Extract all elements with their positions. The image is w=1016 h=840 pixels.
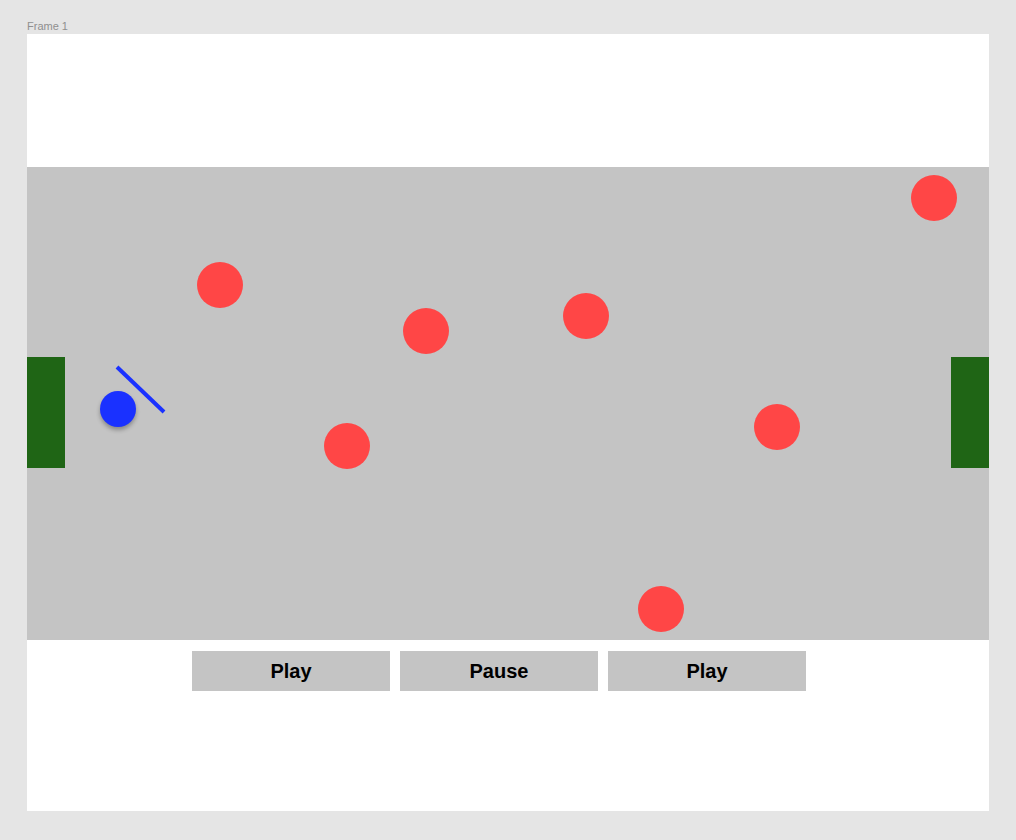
stick-icon xyxy=(117,367,164,412)
away-player[interactable] xyxy=(324,423,370,469)
control-button[interactable]: Play xyxy=(192,651,390,691)
away-player[interactable] xyxy=(197,262,243,308)
left-goal xyxy=(27,357,65,468)
away-player[interactable] xyxy=(911,175,957,221)
stick-layer xyxy=(27,167,989,640)
top-space xyxy=(27,34,989,167)
home-player[interactable] xyxy=(100,391,136,427)
away-player[interactable] xyxy=(638,586,684,632)
away-player[interactable] xyxy=(563,293,609,339)
frame: PlayPausePlay xyxy=(27,34,989,811)
right-goal xyxy=(951,357,989,468)
control-button[interactable]: Play xyxy=(608,651,806,691)
control-bar: PlayPausePlay xyxy=(27,640,989,691)
page: Frame 1 PlayPausePlay xyxy=(0,0,1016,840)
control-button[interactable]: Pause xyxy=(400,651,598,691)
game-field xyxy=(27,167,989,640)
away-player[interactable] xyxy=(754,404,800,450)
frame-title: Frame 1 xyxy=(27,19,1016,34)
away-player[interactable] xyxy=(403,308,449,354)
